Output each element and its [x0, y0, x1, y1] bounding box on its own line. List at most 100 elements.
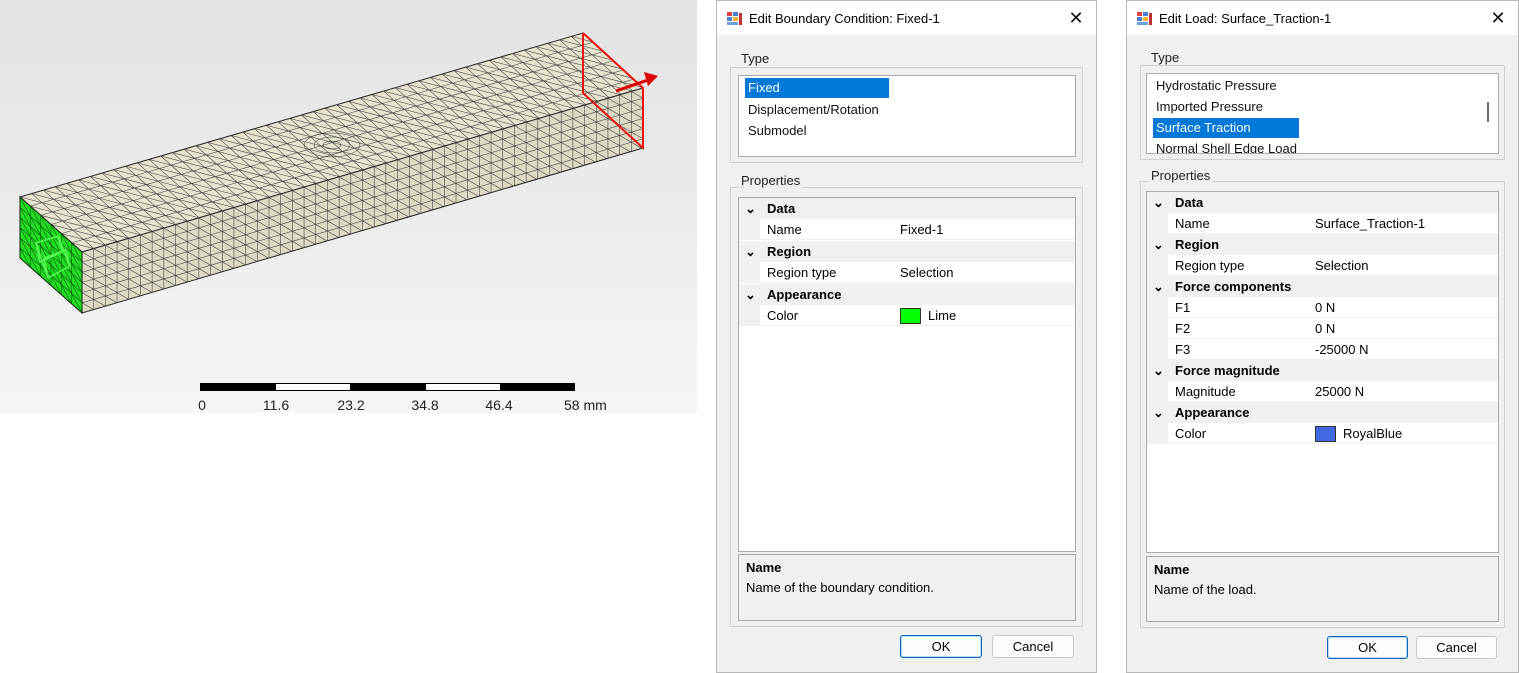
app-icon [726, 10, 744, 29]
category-data[interactable]: ⌄ Data [1147, 192, 1498, 213]
property-grid[interactable]: ⌄ Data Name Surface_Traction-1 ⌄ Region … [1146, 191, 1499, 553]
type-item-displacement-rotation[interactable]: Displacement/Rotation [745, 100, 882, 120]
chevron-down-icon[interactable]: ⌄ [745, 284, 756, 305]
type-item-hydrostatic-pressure[interactable]: Hydrostatic Pressure [1153, 76, 1280, 96]
property-label: Region type [767, 265, 837, 280]
category-label: Appearance [767, 287, 842, 302]
ok-button[interactable]: OK [1327, 636, 1408, 659]
property-row-region-type[interactable]: Region type Selection [739, 262, 1075, 283]
property-row-color[interactable]: Color RoyalBlue [1147, 423, 1498, 444]
cancel-button[interactable]: Cancel [1416, 636, 1497, 659]
property-label: F2 [1175, 321, 1191, 336]
chevron-down-icon[interactable]: ⌄ [1153, 402, 1164, 423]
category-label: Region [1175, 237, 1220, 252]
type-item-imported-pressure[interactable]: Imported Pressure [1153, 97, 1266, 117]
chevron-down-icon[interactable]: ⌄ [1153, 234, 1164, 255]
scale-tick: 0 [198, 397, 206, 413]
f3-value-field[interactable]: -25000 N [1312, 339, 1498, 359]
app-icon [1136, 10, 1154, 29]
description-panel: Name Name of the load. [1146, 556, 1499, 622]
category-region[interactable]: ⌄ Region [1147, 234, 1498, 255]
chevron-down-icon[interactable]: ⌄ [745, 198, 756, 219]
region-type-value-field[interactable]: Selection [1312, 255, 1498, 275]
type-item-normal-shell-edge-load[interactable]: Normal Shell Edge Load [1153, 139, 1300, 153]
color-value-field[interactable]: Lime [897, 305, 1075, 325]
dialog-title: Edit Load: Surface_Traction-1 [1159, 11, 1332, 26]
type-item-submodel[interactable]: Submodel [745, 121, 810, 141]
category-label: Force components [1175, 279, 1292, 294]
description-text: Name of the boundary condition. [746, 580, 934, 595]
category-force-components[interactable]: ⌄ Force components [1147, 276, 1498, 297]
region-type-value-field[interactable]: Selection [897, 262, 1075, 282]
property-row-region-type[interactable]: Region type Selection [1147, 255, 1498, 276]
type-group-label: Type [1149, 50, 1182, 65]
properties-group-label: Properties [1149, 168, 1213, 183]
cancel-button[interactable]: Cancel [992, 635, 1074, 658]
category-label: Data [767, 201, 796, 216]
edit-boundary-condition-dialog: Edit Boundary Condition: Fixed-1 ✕ Type … [716, 0, 1097, 673]
property-row-color[interactable]: Color Lime [739, 305, 1075, 326]
property-row-f3[interactable]: F3 -25000 N [1147, 339, 1498, 360]
model-viewport[interactable]: 0 11.6 23.2 34.8 46.4 58 mm [0, 0, 697, 413]
edit-load-dialog: Edit Load: Surface_Traction-1 ✕ Type Hyd… [1126, 0, 1519, 673]
category-force-magnitude[interactable]: ⌄ Force magnitude [1147, 360, 1498, 381]
property-label: Color [767, 308, 799, 323]
category-region[interactable]: ⌄ Region [739, 241, 1075, 262]
chevron-down-icon[interactable]: ⌄ [745, 241, 756, 262]
category-appearance[interactable]: ⌄ Appearance [739, 284, 1075, 305]
type-group-label: Type [739, 51, 772, 66]
property-label: Color [1175, 426, 1207, 441]
property-label: Name [1175, 216, 1210, 231]
ok-button[interactable]: OK [900, 635, 982, 658]
category-appearance[interactable]: ⌄ Appearance [1147, 402, 1498, 423]
type-list[interactable]: Fixed Displacement/Rotation Submodel [738, 75, 1076, 157]
description-text: Name of the load. [1154, 582, 1257, 597]
scale-tick: 23.2 [337, 397, 365, 413]
dialog-title: Edit Boundary Condition: Fixed-1 [749, 11, 940, 26]
title-bar[interactable]: Edit Load: Surface_Traction-1 ✕ [1127, 1, 1518, 35]
magnitude-value-field[interactable]: 25000 N [1312, 381, 1498, 401]
type-list[interactable]: Hydrostatic Pressure Imported Pressure S… [1146, 73, 1499, 154]
category-data[interactable]: ⌄ Data [739, 198, 1075, 219]
name-value-field[interactable]: Surface_Traction-1 [1312, 213, 1498, 233]
color-swatch [900, 307, 921, 324]
property-grid[interactable]: ⌄ Data Name Fixed-1 ⌄ Region Region type… [738, 197, 1076, 552]
scale-tick: 11.6 [262, 397, 290, 413]
category-label: Region [767, 244, 812, 259]
close-icon: ✕ [1068, 7, 1084, 28]
f1-value-field[interactable]: 0 N [1312, 297, 1498, 317]
property-label: Name [767, 222, 802, 237]
title-bar[interactable]: Edit Boundary Condition: Fixed-1 ✕ [717, 1, 1096, 35]
color-value-field[interactable]: RoyalBlue [1312, 423, 1498, 443]
chevron-down-icon[interactable]: ⌄ [1153, 276, 1164, 297]
category-label: Force magnitude [1175, 363, 1280, 378]
property-label: Region type [1175, 258, 1245, 273]
scale-tick: 46.4 [485, 397, 513, 413]
name-value-field[interactable]: Fixed-1 [897, 219, 1075, 239]
color-value-label: Lime [928, 308, 957, 323]
property-row-name[interactable]: Name Surface_Traction-1 [1147, 213, 1498, 234]
type-item-surface-traction[interactable]: Surface Traction [1153, 118, 1299, 138]
description-panel: Name Name of the boundary condition. [738, 554, 1076, 621]
close-button[interactable]: ✕ [1484, 6, 1512, 30]
property-row-magnitude[interactable]: Magnitude 25000 N [1147, 381, 1498, 402]
category-label: Appearance [1175, 405, 1250, 420]
property-label: F1 [1175, 300, 1191, 315]
close-icon: ✕ [1490, 7, 1506, 28]
chevron-down-icon[interactable]: ⌄ [1153, 360, 1164, 381]
close-button[interactable]: ✕ [1062, 6, 1090, 30]
property-row-f1[interactable]: F1 0 N [1147, 297, 1498, 318]
description-title: Name [746, 560, 782, 575]
scrollbar-thumb[interactable] [1487, 102, 1489, 122]
color-value-label: RoyalBlue [1343, 426, 1403, 441]
color-swatch [1315, 425, 1336, 442]
type-item-fixed[interactable]: Fixed [745, 78, 889, 98]
scale-bar [200, 383, 575, 393]
f2-value-field[interactable]: 0 N [1312, 318, 1498, 338]
chevron-down-icon[interactable]: ⌄ [1153, 192, 1164, 213]
mesh-model [18, 32, 658, 315]
property-row-name[interactable]: Name Fixed-1 [739, 219, 1075, 240]
property-row-f2[interactable]: F2 0 N [1147, 318, 1498, 339]
description-title: Name [1154, 562, 1190, 577]
category-label: Data [1175, 195, 1204, 210]
